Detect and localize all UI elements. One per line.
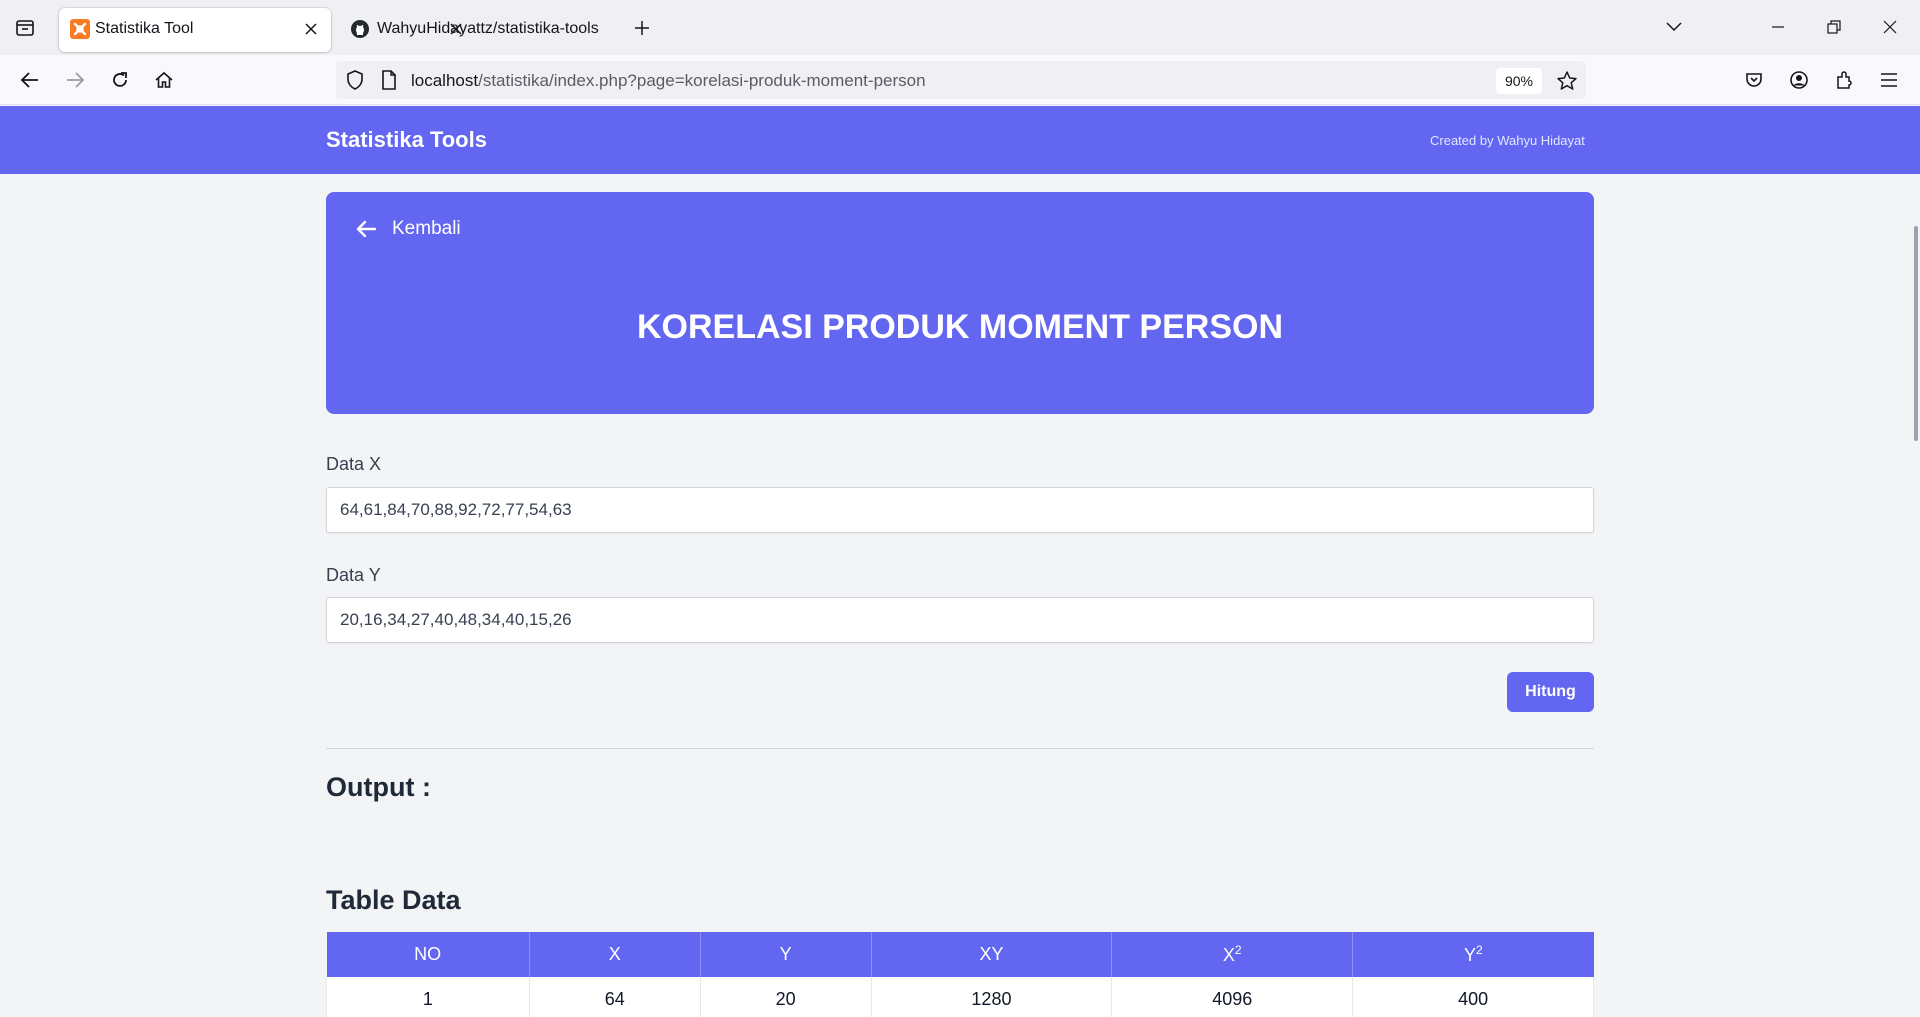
author-credit: Created by Wahyu Hidayat — [1430, 133, 1585, 148]
reload-icon[interactable] — [104, 64, 136, 96]
data-x-label: Data X — [326, 454, 382, 474]
bookmark-star-icon[interactable] — [1554, 68, 1580, 94]
table-row: 1 64 20 1280 4096 400 — [326, 977, 1594, 1017]
page-scrollbar[interactable] — [1912, 106, 1920, 1017]
output-heading: Output : — [326, 772, 431, 802]
cell-x: 64 — [529, 977, 701, 1017]
minimize-icon[interactable] — [1762, 12, 1794, 42]
cell-no: 1 — [326, 977, 530, 1017]
restore-icon[interactable] — [1818, 12, 1850, 42]
tab-title: WahyuHidayattz/statistika-tools — [377, 20, 599, 37]
hero-banner: Kembali KORELASI PRODUK MOMENT PERSON — [326, 192, 1594, 414]
list-all-tabs-icon[interactable] — [1658, 12, 1690, 42]
tab-github-repo[interactable]: WahyuHidayattz/statistika-tools — [340, 8, 602, 52]
pocket-icon[interactable] — [1738, 64, 1770, 96]
cell-xy: 1280 — [871, 977, 1113, 1017]
hitung-button[interactable]: Hitung — [1507, 672, 1594, 712]
cell-y: 20 — [700, 977, 872, 1017]
tab-list-icon[interactable] — [10, 14, 40, 42]
data-x-input[interactable] — [326, 487, 1594, 533]
column-header-x: X — [529, 932, 701, 977]
cell-x-squared: 4096 — [1111, 977, 1354, 1017]
browser-nav-bar: localhost/statistika/index.php?page=kore… — [0, 55, 1920, 105]
close-tab-icon[interactable] — [446, 19, 466, 39]
column-header-y: Y — [700, 932, 872, 977]
tab-statistika-tool[interactable]: Statistika Tool — [59, 8, 331, 52]
page-title: KORELASI PRODUK MOMENT PERSON — [636, 308, 1284, 346]
extensions-icon[interactable] — [1828, 64, 1860, 96]
column-header-x-squared: X2 — [1111, 932, 1354, 977]
home-icon[interactable] — [148, 64, 180, 96]
column-header-y-squared: Y2 — [1352, 932, 1594, 977]
back-icon[interactable] — [14, 64, 46, 96]
table-data-heading: Table Data — [326, 885, 461, 915]
new-tab-icon[interactable] — [628, 14, 656, 42]
data-y-label: Data Y — [326, 565, 381, 585]
scrollbar-thumb[interactable] — [1914, 226, 1918, 441]
data-y-input[interactable] — [326, 597, 1594, 643]
back-link-label: Kembali — [392, 218, 461, 239]
github-icon — [350, 19, 370, 39]
site-brand[interactable]: Statistika Tools — [326, 127, 487, 153]
tracking-shield-icon[interactable] — [344, 69, 366, 91]
browser-tab-bar: Statistika Tool WahyuHidayattz/statistik… — [0, 0, 1920, 55]
column-header-xy: XY — [871, 932, 1113, 977]
site-header: Statistika Tools Created by Wahyu Hidaya… — [0, 106, 1920, 174]
account-icon[interactable] — [1783, 64, 1815, 96]
page-info-icon[interactable] — [378, 69, 400, 91]
close-window-icon[interactable] — [1874, 12, 1906, 42]
data-table: NO X Y XY X2 Y2 1 64 20 1280 4096 400 — [326, 932, 1594, 1017]
menu-icon[interactable] — [1873, 64, 1905, 96]
address-bar[interactable]: localhost/statistika/index.php?page=kore… — [336, 61, 1586, 99]
forward-icon[interactable] — [59, 64, 91, 96]
tab-title: Statistika Tool — [95, 20, 194, 37]
column-header-no: NO — [326, 932, 530, 977]
table-header-row: NO X Y XY X2 Y2 — [326, 932, 1594, 977]
back-link[interactable]: Kembali — [354, 217, 461, 241]
zoom-level-badge[interactable]: 90% — [1496, 68, 1542, 94]
url-text: localhost/statistika/index.php?page=kore… — [411, 71, 926, 90]
section-divider — [326, 748, 1594, 749]
xampp-favicon-icon — [70, 19, 90, 39]
arrow-left-icon — [356, 220, 377, 238]
close-tab-icon[interactable] — [301, 19, 321, 39]
cell-y-squared: 400 — [1352, 977, 1594, 1017]
